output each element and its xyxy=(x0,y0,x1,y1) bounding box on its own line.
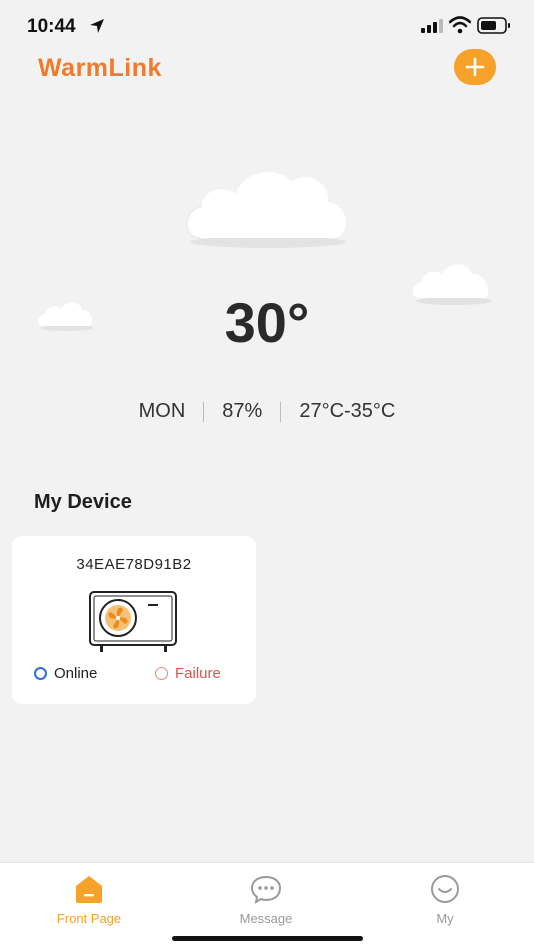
cloud-illustration xyxy=(185,172,346,248)
profile-icon xyxy=(431,875,459,903)
signal-icon xyxy=(421,19,443,33)
weather-temperature-range: 27°C-35°C xyxy=(299,400,396,422)
section-title-my-device: My Device xyxy=(34,491,132,513)
weather-humidity: 87% xyxy=(222,400,263,422)
status-bar: 10:44 xyxy=(0,0,534,52)
device-id: 34EAE78D91B2 xyxy=(76,556,192,573)
nav-label: Front Page xyxy=(56,911,122,926)
nav-item-front-page[interactable]: Front Page xyxy=(29,873,149,926)
message-icon xyxy=(250,875,282,905)
weather-summary: MON 87% 27°C-35°C xyxy=(0,400,534,423)
divider xyxy=(203,401,205,422)
device-status-online: Online xyxy=(34,665,97,682)
add-device-button[interactable] xyxy=(454,49,496,85)
nav-item-my[interactable]: My xyxy=(385,873,505,926)
plus-icon xyxy=(465,57,485,77)
home-indicator xyxy=(172,936,363,941)
nav-label: My xyxy=(436,911,454,926)
nav-label: Message xyxy=(239,911,293,926)
weather-day: MON xyxy=(138,400,186,422)
nav-item-message[interactable]: Message xyxy=(206,873,326,926)
status-dot-icon xyxy=(34,667,47,680)
location-arrow-icon xyxy=(90,19,104,33)
status-time: 10:44 xyxy=(27,16,76,37)
app-logo: WarmLink xyxy=(38,54,162,82)
home-icon xyxy=(76,876,102,903)
online-label: Online xyxy=(54,665,98,682)
wifi-icon xyxy=(449,16,471,34)
heat-pump-icon xyxy=(89,591,177,652)
battery-icon xyxy=(477,17,510,34)
status-dot-icon xyxy=(155,667,168,680)
failure-label: Failure xyxy=(175,665,221,682)
device-card[interactable]: 34EAE78D91B2 Online Failure xyxy=(12,536,256,704)
current-temperature: 30° xyxy=(224,291,310,354)
device-status-failure: Failure xyxy=(155,665,221,682)
divider xyxy=(280,401,282,422)
